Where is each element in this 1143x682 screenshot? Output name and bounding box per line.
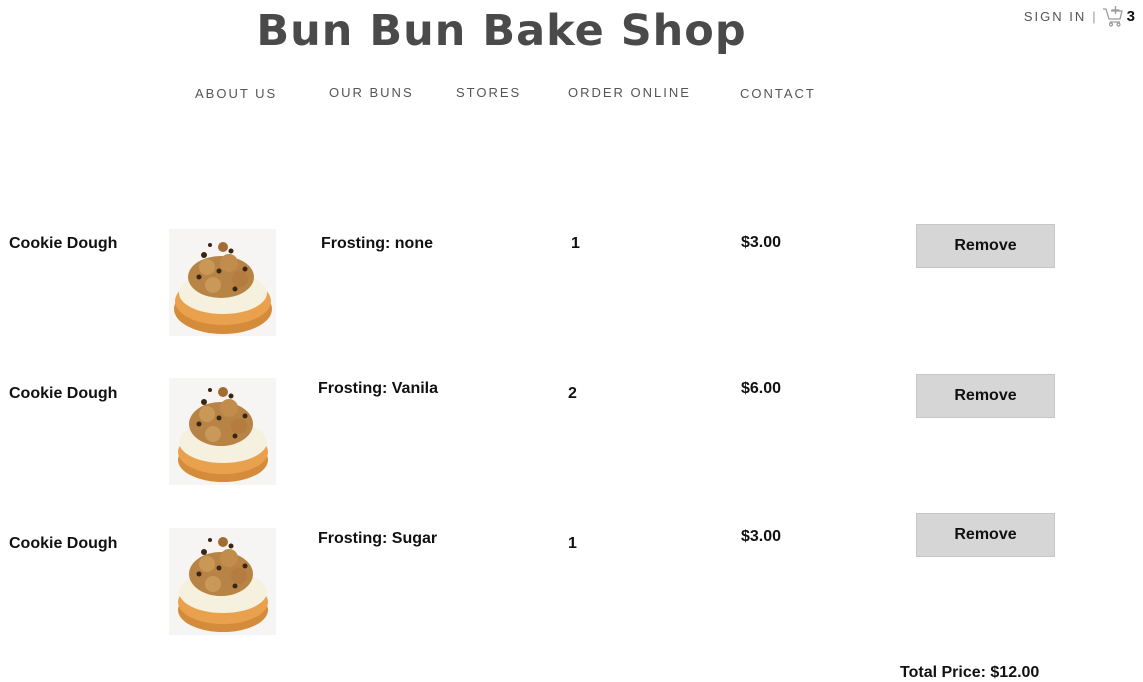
cart-row: Cookie Dough Frosting: Sugar 1 $3.00 Rem… [0,513,1143,635]
nav-our-buns[interactable]: OUR BUNS [329,85,414,100]
separator: | [1092,8,1096,24]
cart-count-badge: 3 [1126,7,1135,25]
account-bar: SIGN IN | 3 [1024,5,1135,27]
item-frosting: Frosting: Sugar [318,530,438,547]
item-frosting: Frosting: Vanila [318,380,439,397]
remove-button[interactable]: Remove [916,224,1055,268]
cart-row: Cookie Dough Frosting: Vanila 2 $6.00 Re… [0,374,1143,485]
cart-button[interactable]: 3 [1102,5,1135,27]
main-nav: ABOUT US OUR BUNS STORES ORDER ONLINE CO… [0,85,1143,106]
item-name: Cookie Dough [9,385,118,402]
item-quantity: 2 [568,385,577,402]
item-quantity: 1 [568,535,577,552]
cart-row: Cookie Dough Frosting: none 1 $3.00 Remo… [0,224,1143,336]
item-frosting: Frosting: none [321,235,433,252]
remove-button[interactable]: Remove [916,513,1055,557]
shopping-cart-plus-icon [1102,5,1124,27]
item-image [169,229,276,336]
sign-in-link[interactable]: SIGN IN [1024,9,1086,24]
nav-stores[interactable]: STORES [456,85,521,100]
item-quantity: 1 [571,235,580,252]
page-title: Bun Bun Bake Shop [256,6,747,56]
item-name: Cookie Dough [9,235,118,252]
item-price: $3.00 [741,528,782,545]
nav-contact[interactable]: CONTACT [740,86,816,101]
item-image [169,378,276,485]
item-price: $6.00 [741,380,782,397]
nav-about-us[interactable]: ABOUT US [195,86,277,101]
remove-button[interactable]: Remove [916,374,1055,418]
item-image [169,528,276,635]
total-price: Total Price: $12.00 [900,664,1040,681]
item-price: $3.00 [741,234,782,251]
item-name: Cookie Dough [9,535,118,552]
nav-order-online[interactable]: ORDER ONLINE [568,85,691,100]
